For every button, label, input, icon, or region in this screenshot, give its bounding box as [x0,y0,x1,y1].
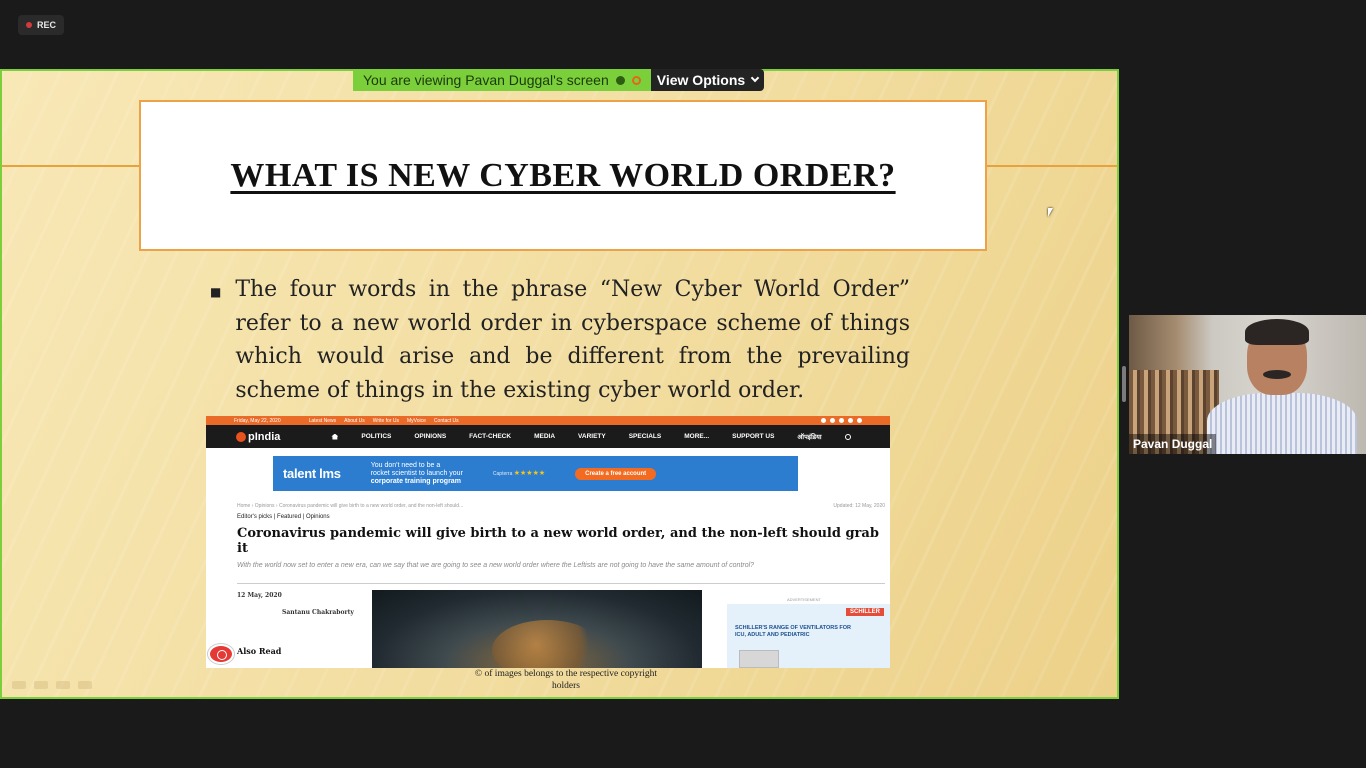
slide-title-box: WHAT IS NEW CYBER WORLD ORDER? [139,100,987,251]
article-updated: Updated: 12 May, 2020 [833,503,885,509]
stop-share-icon[interactable] [631,75,641,85]
topbar-link: Write for Us [372,417,400,424]
globe-image [372,590,702,668]
nav-item: OPINIONS [414,433,447,440]
slide-accent-line-left [2,165,139,167]
article-topbar-date: Friday, May 22, 2020 [234,417,281,424]
slide-bullet: ■ The four words in the phrase “New Cybe… [210,273,910,407]
topbar-link: MyVoice [407,417,426,424]
recording-label: REC [37,20,57,30]
also-read-label: Also Read [237,646,282,656]
article-tags: Editor's picks | Featured | Opinions [237,514,330,520]
article-navbar: pIndia POLITICS OPINIONS FACT-CHECK MEDI… [206,425,890,448]
article-subheadline: With the world now set to enter a new er… [237,562,755,569]
globe-landmass [492,620,602,668]
panel-resize-handle[interactable] [1122,366,1126,402]
bullet-square-icon: ■ [210,285,222,299]
nav-item: VARIETY [578,433,606,440]
opindia-logo-icon [236,431,246,442]
schiller-ad: SCHILLER SCHILLER'S RANGE OF VENTILATORS… [727,604,890,668]
opindia-logo: pIndia [236,431,280,443]
side-ad-label: ADVERTISEMENT [787,597,821,602]
slide-accent-line-right [987,165,1117,167]
participant-body [1207,393,1357,454]
nav-item: ऑपइंडिया [797,434,822,441]
article-breadcrumb: Home › Opinions › Coronavirus pandemic w… [237,503,885,509]
nav-item: POLITICS [361,433,392,440]
prev-slide-icon [12,681,26,689]
side-ad-brand: SCHILLER [846,608,884,616]
ad-brand: talent lms [283,466,341,481]
viewing-text: You are viewing Pavan Duggal's screen [363,72,609,88]
search-icon [844,433,851,440]
view-options-label: View Options [656,72,746,88]
slideshow-controls [12,681,92,689]
next-slide-icon [34,681,48,689]
article-topbar-links: Latest News About Us Write for Us MyVoic… [309,418,459,424]
topbar-link: Contact Us [433,417,459,424]
nav-item: SPECIALS [628,433,662,440]
nav-item: MORE... [684,433,710,440]
article-author: Santanu Chakraborty [282,609,354,616]
topbar-link: Latest News [308,417,337,424]
talentlms-ad: talent lms You don't need to be a rocket… [273,456,798,491]
chevron-down-icon [750,73,760,83]
article-screenshot: Friday, May 22, 2020 Latest News About U… [206,416,890,668]
rss-icon [839,418,844,423]
ad-capterra: Capterra ★★★★★ [492,469,546,477]
nav-item: FACT-CHECK [469,433,512,440]
facebook-icon [821,418,826,423]
recording-indicator: REC [18,15,65,35]
remote-control-icon[interactable] [615,75,625,85]
zoom-icon [78,681,92,689]
article-date: 12 May, 2020 [237,592,282,599]
social-icons [821,418,862,423]
article-headline: Coronavirus pandemic will give birth to … [237,526,879,556]
participant-hair [1245,319,1309,345]
instagram-icon [830,418,835,423]
ventilator-image [739,650,779,668]
record-dot-icon [26,22,32,28]
ad-cta-button: Create a free account [575,467,657,480]
twitter-icon [848,418,853,423]
nav-item: SUPPORT US [732,433,775,440]
nav-item: MEDIA [534,433,556,440]
slide-menu-icon [56,681,70,689]
side-ad-text: SCHILLER'S RANGE OF VENTILATORS FOR ICU,… [735,625,851,638]
image-credit-caption: © of images belongs to the respective co… [474,669,658,691]
mouse-pointer-icon [1048,208,1056,217]
article-topbar: Friday, May 22, 2020 Latest News About U… [206,416,890,425]
view-options-button[interactable]: View Options [650,69,765,91]
article-divider [237,583,885,584]
participant-name: Pavan Duggal [1129,434,1217,454]
notification-bell-icon [208,644,234,664]
slide-bullet-text: The four words in the phrase “New Cyber … [235,277,910,403]
ad-copy: You don't need to be a rocket scientist … [370,461,463,485]
slide-title: WHAT IS NEW CYBER WORLD ORDER? [230,156,896,194]
screen-share-bar: You are viewing Pavan Duggal's screen Vi… [353,69,765,91]
viewing-indicator: You are viewing Pavan Duggal's screen [353,69,651,91]
participant-mustache [1263,370,1291,379]
shared-screen: WHAT IS NEW CYBER WORLD ORDER? ■ The fou… [0,69,1119,699]
topbar-link: About Us [344,417,365,424]
youtube-icon [857,418,862,423]
home-icon [331,433,339,440]
